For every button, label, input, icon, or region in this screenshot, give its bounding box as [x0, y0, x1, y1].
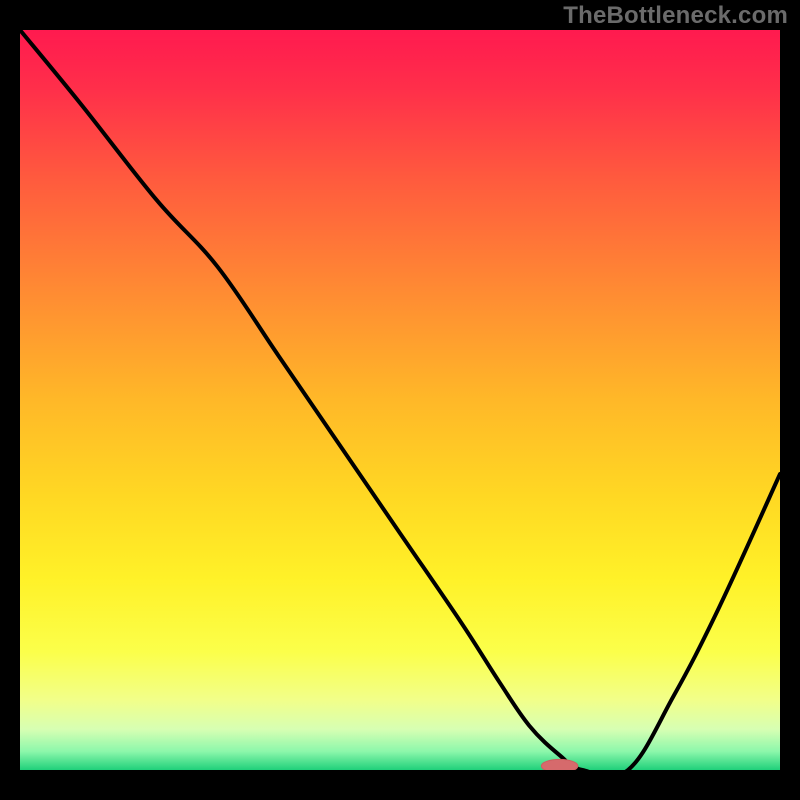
watermark-text: TheBottleneck.com [563, 2, 788, 30]
plot-background [20, 30, 780, 770]
chart-stage: TheBottleneck.com [0, 0, 800, 800]
frame [0, 770, 800, 800]
bottleneck-chart [0, 0, 800, 800]
frame [780, 0, 800, 800]
frame [0, 0, 20, 800]
